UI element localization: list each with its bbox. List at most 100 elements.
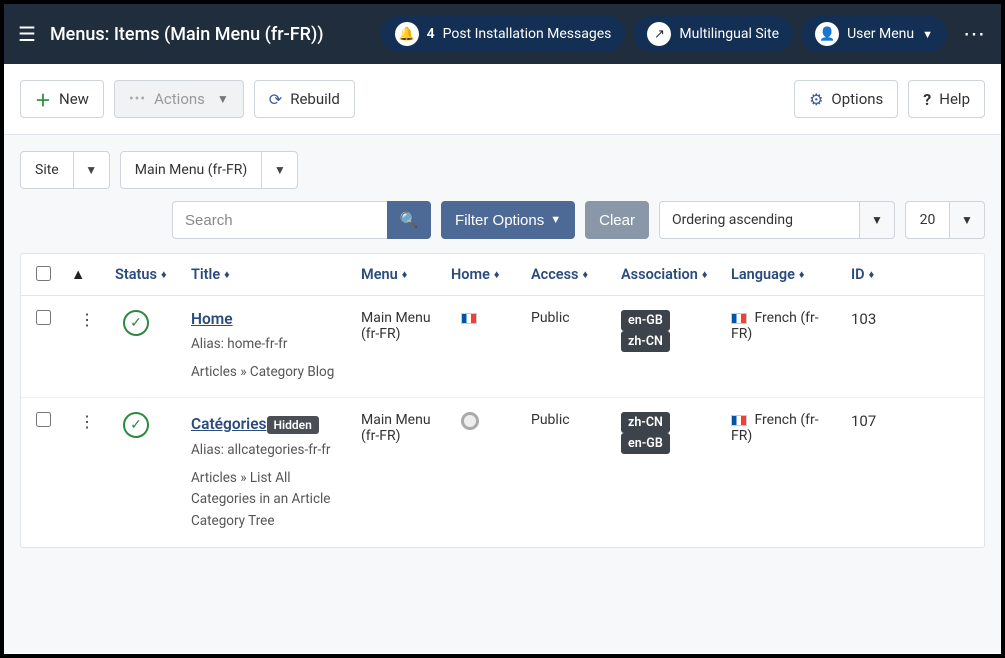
association-badge[interactable]: zh-CN — [621, 331, 670, 352]
id-cell: 107 — [845, 412, 895, 430]
alias-text: Alias: home-fr-fr — [191, 334, 349, 356]
access-cell: Public — [525, 310, 615, 326]
menu-header[interactable]: Menu♦ — [355, 266, 445, 283]
options-button[interactable]: ⚙ Options — [794, 80, 898, 118]
row-actions-button[interactable]: ⋮ — [65, 310, 109, 329]
bell-icon: 🔔 — [395, 22, 419, 46]
row-actions-button[interactable]: ⋮ — [65, 412, 109, 431]
help-button[interactable]: ? Help — [908, 80, 985, 118]
filter-options-button[interactable]: Filter Options ▼ — [441, 201, 575, 239]
association-cell: en-GBzh-CN — [615, 310, 725, 352]
post-install-label: Post Installation Messages — [443, 26, 612, 42]
language-cell: French (fr-FR) — [725, 412, 845, 444]
table-row: ⋮ ✓ CatégoriesHidden Alias: allcategories-f… — [21, 398, 984, 546]
user-menu-label: User Menu — [847, 26, 914, 42]
home-cell[interactable] — [445, 412, 525, 434]
refresh-icon: ⟳ — [269, 90, 282, 109]
language-header[interactable]: Language♦ — [725, 266, 845, 283]
filter-options-label: Filter Options — [455, 212, 544, 229]
menu-cell: Main Menu (fr-FR) — [355, 412, 445, 444]
chevron-down-icon: ▼ — [859, 201, 895, 239]
sort-asc-icon: ▲ — [71, 266, 85, 283]
title-header[interactable]: Title♦ — [185, 266, 355, 283]
question-icon: ? — [923, 90, 931, 109]
type-path-text: Articles » List All Categories in an Art… — [191, 468, 349, 533]
chevron-down-icon: ▼ — [217, 92, 229, 106]
flag-fr-icon — [731, 415, 747, 426]
options-label: Options — [831, 90, 883, 108]
app-header: ☰ Menus: Items (Main Menu (fr-FR)) 🔔 4 P… — [4, 4, 1001, 64]
client-select[interactable]: Site ▼ — [20, 151, 110, 189]
item-title-link[interactable]: Home — [191, 310, 233, 328]
select-all-header[interactable] — [21, 266, 65, 281]
search-input[interactable] — [172, 201, 387, 239]
sort-icon: ♦ — [583, 268, 589, 281]
site-name-label: Multilingual Site — [679, 26, 779, 42]
page-title: Menus: Items (Main Menu (fr-FR)) — [50, 24, 324, 45]
id-cell: 103 — [845, 310, 895, 328]
limit-select[interactable]: 20 ▼ — [905, 201, 985, 239]
table-header: ▲ Status♦ Title♦ Menu♦ Home♦ Access♦ Ass… — [21, 254, 984, 296]
row-checkbox[interactable] — [36, 310, 51, 325]
external-link-icon: ↗ — [647, 22, 671, 46]
association-badge[interactable]: en-GB — [621, 433, 670, 454]
caret-down-icon: ▼ — [550, 214, 561, 226]
new-button[interactable]: ＋ New — [20, 80, 104, 118]
menu-cell: Main Menu (fr-FR) — [355, 310, 445, 342]
dots-icon: ••• — [129, 91, 146, 107]
ordering-value: Ordering ascending — [659, 201, 859, 239]
search-icon: 🔍 — [400, 212, 419, 229]
actions-label: Actions — [154, 90, 205, 108]
ordering-header[interactable]: ▲ — [65, 266, 109, 283]
ordering-select[interactable]: Ordering ascending ▼ — [659, 201, 895, 239]
plus-icon: ＋ — [35, 87, 51, 111]
help-label: Help — [939, 90, 970, 108]
association-cell: zh-CNen-GB — [615, 412, 725, 454]
sort-icon: ♦ — [869, 268, 875, 281]
notification-count: 4 — [427, 26, 435, 42]
search-button[interactable]: 🔍 — [387, 201, 431, 239]
rebuild-button[interactable]: ⟳ Rebuild — [254, 80, 355, 118]
sort-icon: ♦ — [402, 268, 408, 281]
home-radio-icon — [461, 412, 479, 430]
chevron-down-icon: ▼ — [261, 152, 297, 188]
post-install-messages-button[interactable]: 🔔 4 Post Installation Messages — [381, 16, 626, 52]
limit-value: 20 — [905, 201, 949, 239]
menu-toggle-icon[interactable]: ☰ — [18, 22, 36, 46]
client-value: Site — [21, 162, 73, 178]
sort-icon: ♦ — [799, 268, 805, 281]
status-header[interactable]: Status♦ — [109, 266, 185, 283]
sort-icon: ♦ — [494, 268, 500, 281]
home-header[interactable]: Home♦ — [445, 266, 525, 283]
items-table: ▲ Status♦ Title♦ Menu♦ Home♦ Access♦ Ass… — [20, 253, 985, 548]
published-icon[interactable]: ✓ — [123, 310, 149, 336]
more-menu-icon[interactable]: ⋯ — [963, 22, 987, 47]
item-title-link[interactable]: Catégories — [191, 415, 267, 433]
association-badge[interactable]: zh-CN — [621, 412, 670, 433]
flag-fr-icon — [731, 313, 747, 324]
home-cell[interactable] — [445, 310, 525, 326]
content-area: Site ▼ Main Menu (fr-FR) ▼ 🔍 Filter Opti… — [4, 135, 1001, 653]
id-header[interactable]: ID♦ — [845, 266, 895, 283]
clear-button[interactable]: Clear — [585, 201, 649, 239]
row-checkbox[interactable] — [36, 412, 51, 427]
access-cell: Public — [525, 412, 615, 428]
frontend-link-button[interactable]: ↗ Multilingual Site — [633, 16, 793, 52]
type-path-text: Articles » Category Blog — [191, 362, 349, 384]
association-header[interactable]: Association♦ — [615, 266, 725, 283]
association-badge[interactable]: en-GB — [621, 310, 670, 331]
gear-icon: ⚙ — [809, 90, 823, 109]
user-menu-button[interactable]: 👤 User Menu ▼ — [801, 16, 947, 52]
select-all-checkbox[interactable] — [36, 266, 51, 281]
chevron-down-icon: ▼ — [73, 152, 109, 188]
flag-fr-icon — [461, 313, 477, 324]
hidden-badge: Hidden — [267, 416, 319, 434]
access-header[interactable]: Access♦ — [525, 266, 615, 283]
published-icon[interactable]: ✓ — [123, 412, 149, 438]
sort-icon: ♦ — [161, 268, 167, 281]
actions-button[interactable]: ••• Actions ▼ — [114, 80, 244, 118]
rebuild-label: Rebuild — [290, 90, 340, 108]
menu-select[interactable]: Main Menu (fr-FR) ▼ — [120, 151, 299, 189]
alias-text: Alias: allcategories-fr-fr — [191, 440, 349, 462]
action-toolbar: ＋ New ••• Actions ▼ ⟳ Rebuild ⚙ Options … — [4, 64, 1001, 135]
